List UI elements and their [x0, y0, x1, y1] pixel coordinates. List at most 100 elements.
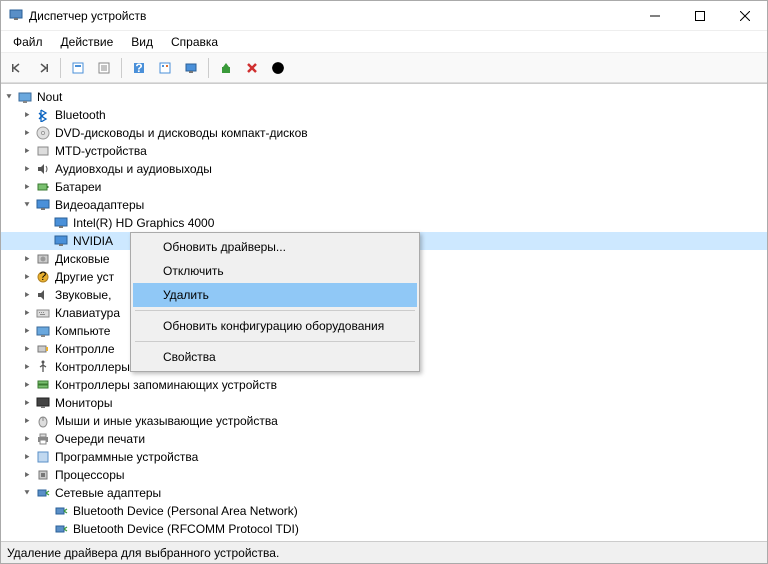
context-menu: Обновить драйверы... Отключить Удалить О…	[130, 232, 420, 372]
node-label: Сетевые адаптеры	[55, 486, 161, 500]
context-separator	[135, 341, 415, 342]
usb-icon	[35, 359, 51, 375]
twisty-icon[interactable]	[3, 91, 15, 103]
context-scan[interactable]: Обновить конфигурацию оборудования	[133, 314, 417, 338]
tree-device[interactable]: Bluetooth Device (Personal Area Network)	[1, 502, 767, 520]
toolbar: ?	[1, 53, 767, 83]
twisty-icon[interactable]	[21, 343, 33, 355]
twisty-icon[interactable]	[21, 451, 33, 463]
node-label: Очереди печати	[55, 432, 145, 446]
storage-icon	[35, 377, 51, 393]
status-text: Удаление драйвера для выбранного устройс…	[7, 546, 279, 560]
node-label: Клавиатура	[55, 306, 120, 320]
node-label: Intel(R) HD Graphics 4000	[73, 216, 214, 230]
context-update-drivers[interactable]: Обновить драйверы...	[133, 235, 417, 259]
tree-category[interactable]: Процессоры	[1, 466, 767, 484]
twisty-icon[interactable]	[21, 397, 33, 409]
twisty-icon[interactable]	[21, 361, 33, 373]
menu-file[interactable]: Файл	[5, 33, 51, 51]
context-disable[interactable]: Отключить	[133, 259, 417, 283]
tree-device[interactable]: Intel(R) HD Graphics 4000	[1, 214, 767, 232]
menu-action[interactable]: Действие	[53, 33, 122, 51]
tree-category[interactable]: DVD-дисководы и дисководы компакт-дисков	[1, 124, 767, 142]
twisty-icon[interactable]	[21, 415, 33, 427]
close-button[interactable]	[722, 1, 767, 30]
net-icon	[35, 485, 51, 501]
context-separator	[135, 310, 415, 311]
tree-category[interactable]: Сетевые адаптеры	[1, 484, 767, 502]
pc-icon	[35, 323, 51, 339]
show-hidden-button[interactable]	[66, 56, 90, 80]
tree-category[interactable]: Очереди печати	[1, 430, 767, 448]
twisty-icon[interactable]	[21, 163, 33, 175]
tree-category[interactable]: Программные устройства	[1, 448, 767, 466]
tree-category[interactable]: Видеоадаптеры	[1, 196, 767, 214]
disc-icon	[35, 125, 51, 141]
tree-category[interactable]: Батареи	[1, 178, 767, 196]
twisty-icon[interactable]	[21, 271, 33, 283]
net-icon	[53, 539, 69, 541]
app-icon	[9, 7, 23, 24]
twisty-icon[interactable]	[21, 289, 33, 301]
node-label: Bluetooth Device (RFCOMM Protocol TDI)	[73, 522, 299, 536]
twisty-icon[interactable]	[21, 325, 33, 337]
twisty-icon[interactable]	[21, 181, 33, 193]
mtd-icon	[35, 143, 51, 159]
twisty-icon[interactable]	[21, 199, 33, 211]
twisty-icon[interactable]	[21, 433, 33, 445]
node-label: Контролле	[55, 342, 115, 356]
mouse-icon	[35, 413, 51, 429]
display-icon	[35, 197, 51, 213]
twisty-icon[interactable]	[21, 109, 33, 121]
uninstall-button[interactable]	[240, 56, 264, 80]
scan-button[interactable]	[153, 56, 177, 80]
tree-category[interactable]: Bluetooth	[1, 106, 767, 124]
net-icon	[53, 521, 69, 537]
tree-category[interactable]: MTD-устройства	[1, 142, 767, 160]
node-label: Видеоадаптеры	[55, 198, 144, 212]
tree-category[interactable]: Аудиовходы и аудиовыходы	[1, 160, 767, 178]
node-label: Батареи	[55, 180, 101, 194]
tree-category[interactable]: Мониторы	[1, 394, 767, 412]
node-label: Nout	[37, 90, 62, 104]
twisty-icon[interactable]	[21, 145, 33, 157]
tree-device[interactable]: Hyper-V Virtual Ethernet Adapter	[1, 538, 767, 541]
menu-view[interactable]: Вид	[123, 33, 161, 51]
forward-button[interactable]	[31, 56, 55, 80]
net-icon	[53, 503, 69, 519]
context-properties[interactable]: Свойства	[133, 345, 417, 369]
twisty-icon[interactable]	[21, 307, 33, 319]
titlebar: Диспетчер устройств	[1, 1, 767, 31]
twisty-icon[interactable]	[21, 487, 33, 499]
printer-icon	[35, 431, 51, 447]
minimize-button[interactable]	[632, 1, 677, 30]
monitor-icon	[35, 395, 51, 411]
kbd-icon	[35, 305, 51, 321]
twisty-icon[interactable]	[21, 469, 33, 481]
audio-icon	[35, 161, 51, 177]
cpu-icon	[35, 467, 51, 483]
node-label: Контроллеры запоминающих устройств	[55, 378, 277, 392]
update-driver-button[interactable]	[214, 56, 238, 80]
back-button[interactable]	[5, 56, 29, 80]
tree-category[interactable]: Мыши и иные указывающие устройства	[1, 412, 767, 430]
tree-root[interactable]: Nout	[1, 88, 767, 106]
twisty-icon[interactable]	[21, 253, 33, 265]
twisty-icon[interactable]	[21, 379, 33, 391]
tree-category[interactable]: Контроллеры запоминающих устройств	[1, 376, 767, 394]
node-label: Другие уст	[55, 270, 114, 284]
twisty-icon[interactable]	[21, 127, 33, 139]
tree-device[interactable]: Bluetooth Device (RFCOMM Protocol TDI)	[1, 520, 767, 538]
display-icon	[53, 233, 69, 249]
help-button[interactable]: ?	[127, 56, 151, 80]
display-button[interactable]	[179, 56, 203, 80]
maximize-button[interactable]	[677, 1, 722, 30]
properties-button[interactable]	[92, 56, 116, 80]
disable-button[interactable]	[266, 56, 290, 80]
node-label: DVD-дисководы и дисководы компакт-дисков	[55, 126, 308, 140]
node-label: Hyper-V Virtual Ethernet Adapter	[73, 540, 248, 541]
context-delete[interactable]: Удалить	[133, 283, 417, 307]
menubar: Файл Действие Вид Справка	[1, 31, 767, 53]
menu-help[interactable]: Справка	[163, 33, 226, 51]
pc-icon	[17, 89, 33, 105]
